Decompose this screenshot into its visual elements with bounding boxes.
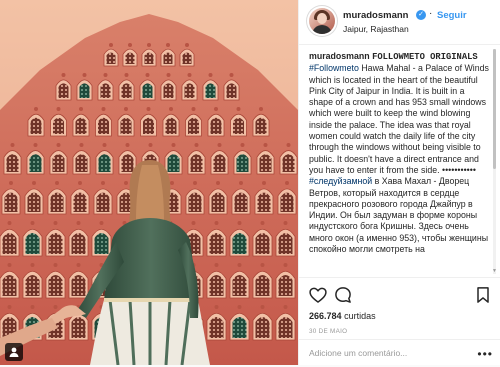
palace-illustration	[0, 0, 298, 365]
scroll-down-arrow-icon[interactable]: ▼	[492, 268, 497, 274]
post-side-panel: muradosmann ✓ · Seguir Jaipur, Rajasthan…	[298, 0, 500, 365]
comment-input[interactable]	[309, 348, 449, 358]
post-photo[interactable]	[0, 0, 298, 365]
post-location[interactable]: Jaipur, Rajasthan	[343, 24, 409, 34]
save-bookmark-icon[interactable]	[473, 285, 493, 305]
user-tag-icon[interactable]	[5, 343, 23, 361]
hashtag-link-ru[interactable]: #следуйзамной	[309, 176, 372, 186]
likes-number: 266.784	[309, 311, 342, 321]
comment-bubble-icon[interactable]	[333, 285, 353, 305]
hashtag-link[interactable]: #Followmeto	[309, 63, 359, 73]
likes-count[interactable]: 266.784 curtidas	[309, 311, 376, 321]
caption-emoji-row: •••••••••••	[442, 164, 476, 175]
post-caption: muradosmann FOLLOWMETO ORIGINALS #Follow…	[309, 51, 489, 273]
likes-label: curtidas	[344, 311, 376, 321]
post-date: 30 DE MAIO	[309, 328, 348, 335]
caption-scrollbar[interactable]	[493, 49, 496, 274]
post-header: muradosmann ✓ · Seguir Jaipur, Rajasthan	[299, 0, 500, 45]
follow-button[interactable]: Seguir	[437, 10, 467, 21]
avatar[interactable]	[309, 8, 335, 34]
verified-badge-icon: ✓	[416, 10, 426, 20]
caption-title: FOLLOWMETO ORIGINALS	[372, 52, 478, 62]
separator-dot: ·	[429, 8, 433, 19]
author-username[interactable]: muradosmann	[343, 10, 408, 21]
caption-username[interactable]: muradosmann	[309, 51, 370, 61]
more-options-icon[interactable]: •••	[477, 347, 493, 361]
instagram-post: muradosmann ✓ · Seguir Jaipur, Rajasthan…	[0, 0, 500, 365]
like-heart-icon[interactable]	[308, 285, 328, 305]
comment-bar: •••	[299, 339, 500, 367]
post-actions: 266.784 curtidas 30 DE MAIO •••	[299, 277, 500, 366]
caption-text-en: Hawa Mahal - a Palace of Winds which is …	[309, 63, 489, 175]
caption-text-ru: в Хава Махал - Дворец Ветров, который на…	[309, 176, 489, 255]
